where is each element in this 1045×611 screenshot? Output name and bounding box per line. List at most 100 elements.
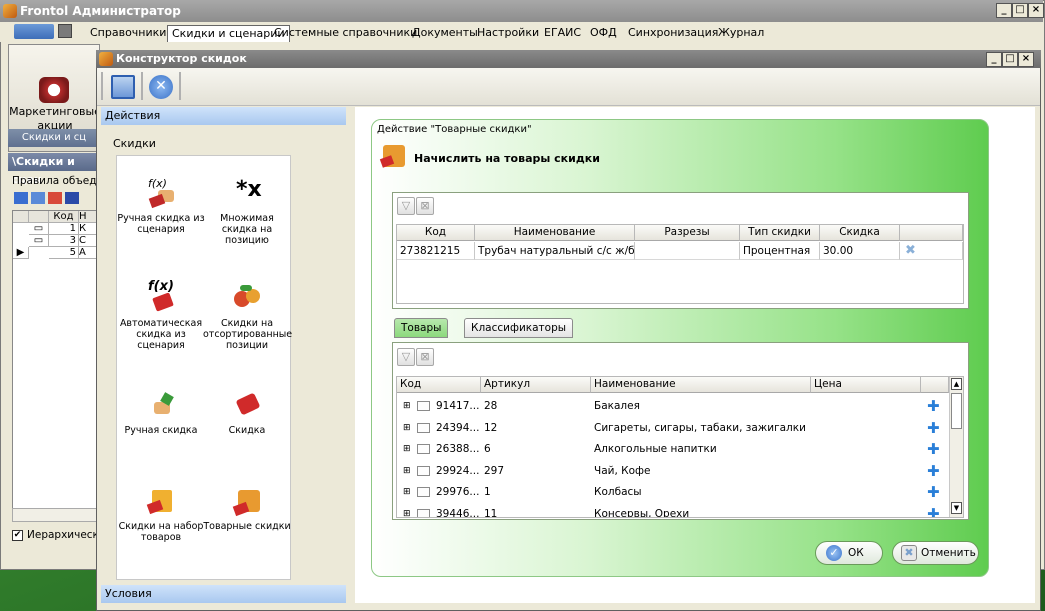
ok-button[interactable]: ✓ ОК [815,541,883,565]
manual-discount-scenario-icon: f(x) [144,176,178,210]
remove-row-icon[interactable]: ✖ [900,242,963,260]
dialog-maximize-button[interactable]: □ [1002,52,1018,67]
folder-icon [417,487,430,497]
refresh-icon[interactable] [65,192,79,204]
maximize-button[interactable]: □ [1012,3,1028,18]
action-discount[interactable]: Скидка [203,388,291,436]
clear-filter-icon[interactable]: ⊠ [416,197,434,215]
action-sorted-positions[interactable]: Скидки на отсортированные позиции [203,281,292,351]
folder-icon: ▭ [29,223,49,235]
expand-icon[interactable]: ⊞ [403,482,411,503]
table-row[interactable]: ⊞ 39446... 11 Консервы, Орехи ✚ [397,504,949,518]
add-icon[interactable]: ✚ [927,399,940,414]
table-row[interactable]: ⊞ 29976... 1 Колбасы ✚ [397,482,949,504]
col-header[interactable]: Наименование [591,377,811,393]
action-manual-discount[interactable]: Ручная скидка [117,388,205,436]
discount-name[interactable]: Трубач натуральный с/с ж/б 2... [475,242,635,260]
discount-value[interactable]: 30.00 [820,242,900,260]
actions-panel-header[interactable]: Действия [101,107,346,125]
row-code[interactable]: 1 [49,223,79,235]
menu-item[interactable]: Документы [408,25,482,42]
save-dialog-icon[interactable] [111,75,135,99]
edit-icon[interactable] [31,192,45,204]
menu-item[interactable]: ОФД [586,25,621,42]
main-title-bar: Frontol Администратор [0,0,1043,22]
action-manual-scenario[interactable]: f(x) Ручная скидка из сценария [117,176,205,235]
menu-item[interactable]: Синхронизация [624,25,722,42]
cancel-circle-icon[interactable]: ✕ [149,75,173,99]
col-header[interactable]: Тип скидки [740,225,820,241]
add-icon[interactable]: ✚ [927,420,940,435]
discount-sections[interactable] [635,242,740,260]
add-icon[interactable] [14,192,28,204]
delete-icon[interactable] [48,192,62,204]
expand-icon[interactable]: ⊞ [403,504,411,518]
menu-item[interactable]: Настройки [473,25,543,42]
clear-filter-icon[interactable]: ⊠ [416,348,434,366]
col-header[interactable]: Разрезы [635,225,740,241]
folder-icon [417,422,430,433]
filter-icon[interactable]: ▽ [397,197,415,215]
save-icon[interactable] [58,24,72,38]
expand-icon[interactable]: ⊞ [403,418,411,439]
sorted-positions-icon [230,281,264,315]
cancel-icon: ✖ [901,545,917,561]
col-header[interactable]: Код [397,225,475,241]
dialog-minimize-button[interactable]: _ [986,52,1002,67]
action-goods-discounts[interactable]: Товарные скидки [203,484,291,532]
dialog-close-button[interactable]: × [1018,52,1034,67]
col-header[interactable]: Наименование [475,225,635,241]
close-button[interactable]: × [1028,3,1044,18]
table-row[interactable]: ⊞ 91417... 28 Бакалея ✚ [397,396,949,418]
hierarchy-checkbox[interactable]: ✔ [12,530,23,541]
menu-bar: Справочники Скидки и сценарии Системные … [0,22,1043,42]
menu-item[interactable]: Справочники [86,25,170,42]
horizontal-scrollbar[interactable] [12,508,100,522]
action-label: Множимая скидка на позицию [220,213,274,246]
action-multiple-position[interactable]: *x Множимая скидка на позицию [203,176,291,247]
minimize-button[interactable]: _ [996,3,1012,18]
table-row[interactable]: ⊞ 24394... 12 Сигареты, сигары, табаки, … [397,418,949,440]
tab-classifiers[interactable]: Классификаторы [464,318,574,338]
menu-item[interactable]: Системные справочники [270,25,421,42]
col-header[interactable]: Цена [811,377,921,393]
vertical-scrollbar[interactable]: ▲ ▼ [949,377,963,517]
tab-goods[interactable]: Товары [394,318,449,338]
menu-item[interactable]: ЕГАИС [540,25,585,42]
conditions-panel-header[interactable]: Условия [101,585,346,603]
action-heading: Начислить на товары скидки [414,152,600,165]
cancel-button[interactable]: ✖ Отменить [892,541,979,565]
discount-type[interactable]: Процентная [740,242,820,260]
col-header[interactable]: Скидка [820,225,900,241]
rules-group-title: Правила объеди [12,175,104,187]
action-auto-scenario[interactable]: f(x) Автоматическая скидка из сценария [117,280,205,351]
expand-icon[interactable]: ⊞ [403,396,411,417]
goods-set-icon [144,484,178,518]
col-header[interactable]: Код [397,377,481,393]
expand-icon[interactable]: ⊞ [403,461,411,482]
row-code[interactable]: 3 [49,235,79,247]
add-icon[interactable]: ✚ [927,485,940,500]
table-row[interactable]: ⊞ 29924... 297 Чай, Кофе ✚ [397,461,949,483]
discount-code[interactable]: 273821215 [397,242,475,260]
col-code[interactable]: Код [49,211,79,223]
action-label: Товарные скидки [203,521,291,532]
ribbon-label: Маркетинговые [9,105,101,118]
add-icon[interactable]: ✚ [927,442,940,457]
add-icon[interactable]: ✚ [927,463,940,478]
expand-icon[interactable]: ⊞ [403,439,411,460]
goods-discounts-icon [379,145,405,168]
table-row[interactable]: ⊞ 26388... 6 Алкогольные напитки ✚ [397,439,949,461]
add-icon[interactable]: ✚ [927,506,940,517]
row-code[interactable]: 5 [49,247,79,259]
menu-item[interactable]: Журнал [714,25,768,42]
sale-tag-icon [230,388,264,422]
manual-discount-icon [144,388,178,422]
col-header[interactable]: Артикул [481,377,591,393]
actions-section-title: Скидки [113,137,156,150]
quick-access-icon[interactable] [14,24,54,39]
filter-icon[interactable]: ▽ [397,348,415,366]
action-goods-set[interactable]: Скидки на набор товаров [117,484,205,543]
rules-grid: Код Н ▭ 1 К ▭ 3 С ▶ 5 А [12,210,101,510]
dialog-title-bar: Конструктор скидок [96,50,1041,68]
